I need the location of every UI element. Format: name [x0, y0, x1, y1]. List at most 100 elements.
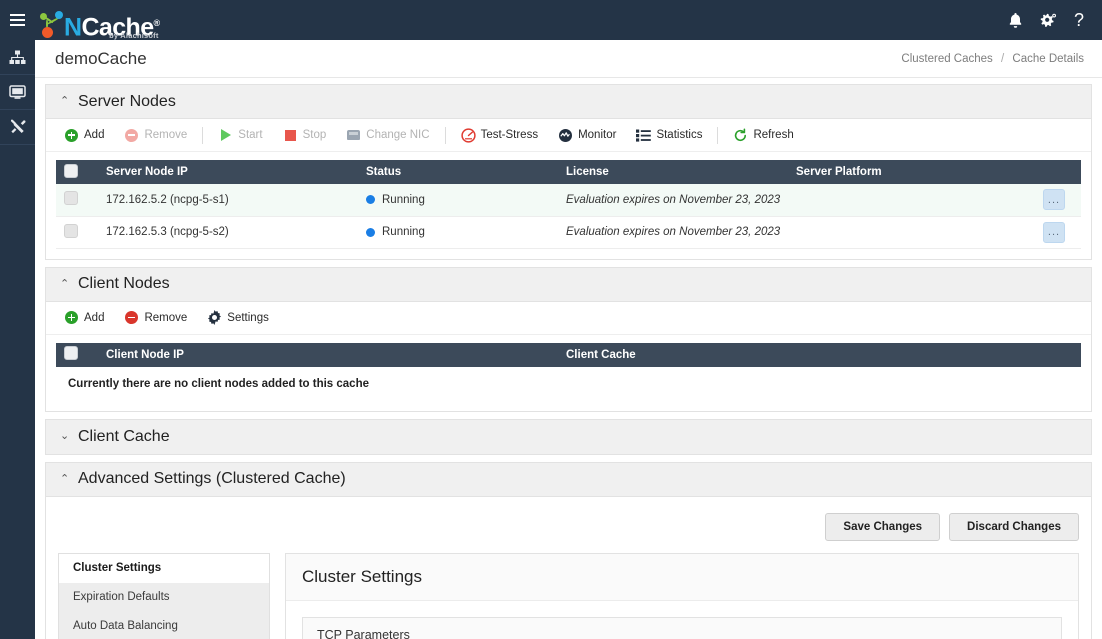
- tcp-parameters-card: TCP Parameters: [302, 616, 1062, 639]
- client-remove-button[interactable]: Remove: [114, 305, 197, 330]
- adv-nav-item-cluster-settings[interactable]: Cluster Settings: [59, 553, 269, 583]
- list-icon: [636, 128, 652, 143]
- select-all-header: [56, 160, 98, 184]
- client-nodes-title: Client Nodes: [78, 275, 170, 292]
- table-row[interactable]: 172.162.5.2 (ncpg-5-s1) Running Evaluati…: [56, 184, 1081, 217]
- left-rail: [0, 40, 35, 639]
- adv-nav-item-expiration-defaults[interactable]: Expiration Defaults: [59, 583, 269, 612]
- empty-row: Currently there are no client nodes adde…: [56, 367, 1081, 401]
- status-badge: Running: [382, 193, 425, 206]
- advanced-settings-actions: Save Changes Discard Changes: [58, 507, 1079, 553]
- server-add-button[interactable]: Add: [54, 123, 114, 148]
- client-nodes-table: Client Node IP Client Cache Currently th…: [56, 342, 1081, 401]
- save-changes-button[interactable]: Save Changes: [825, 512, 941, 541]
- chevron-up-icon: ⌃: [60, 472, 70, 485]
- client-cache-header[interactable]: ⌄ Client Cache: [46, 419, 1091, 454]
- cell-status: Running: [358, 184, 558, 217]
- play-icon: [218, 128, 233, 143]
- col-actions: [1035, 160, 1081, 184]
- advanced-settings-title: Advanced Settings (Clustered Cache): [78, 470, 346, 487]
- advanced-settings-nav: Cluster Settings Expiration Defaults Aut…: [58, 552, 270, 639]
- client-cache-title: Client Cache: [78, 427, 170, 445]
- server-stop-label: Stop: [302, 129, 327, 141]
- client-nodes-header[interactable]: ⌃ Client Nodes: [46, 267, 1091, 302]
- server-monitor-button[interactable]: Monitor: [548, 123, 626, 148]
- row-select-cell: [56, 184, 98, 217]
- gear-icon: [207, 310, 222, 325]
- server-nodes-header[interactable]: ⌃ Server Nodes: [46, 85, 1091, 119]
- cell-status: Running: [358, 216, 558, 249]
- top-bar: NCache® by Alachisoft ?: [0, 0, 1102, 40]
- client-remove-label: Remove: [144, 311, 188, 324]
- sidebar-item-clusters[interactable]: [0, 40, 35, 75]
- adv-nav-item-auto-data-balancing[interactable]: Auto Data Balancing: [59, 612, 269, 639]
- server-monitor-label: Monitor: [578, 129, 617, 141]
- sidebar-item-monitor[interactable]: [0, 75, 35, 110]
- remove-icon: [124, 128, 139, 143]
- advanced-main-title: Cluster Settings: [302, 566, 422, 586]
- server-stop-button[interactable]: Stop: [273, 123, 337, 148]
- client-nodes-toolbar: Add Remove Settings: [46, 301, 1091, 335]
- status-dot-icon: [366, 195, 375, 205]
- toolbar-divider: [202, 126, 204, 144]
- help-icon[interactable]: ?: [1074, 11, 1086, 29]
- toolbar-divider: [717, 126, 719, 144]
- cell-actions: ...: [1035, 216, 1081, 249]
- row-select-cell: [56, 216, 98, 249]
- table-header-row: Server Node IP Status License Server Pla…: [56, 160, 1081, 184]
- client-add-button[interactable]: Add: [54, 305, 114, 330]
- select-all-checkbox[interactable]: [64, 346, 78, 360]
- select-all-header: [56, 342, 98, 367]
- logo-wordmark: NCache® by Alachisoft: [64, 10, 160, 40]
- chevron-up-icon: ⌃: [60, 277, 70, 290]
- server-statistics-button[interactable]: Statistics: [626, 123, 712, 148]
- chevron-up-icon: ⌃: [60, 95, 70, 107]
- client-cache-panel: ⌄ Client Cache: [45, 418, 1092, 455]
- table-row[interactable]: 172.162.5.3 (ncpg-5-s2) Running Evaluati…: [56, 216, 1081, 249]
- nic-icon: [346, 128, 361, 143]
- client-settings-button[interactable]: Settings: [197, 305, 279, 330]
- server-start-label: Start: [238, 129, 263, 141]
- toolbar-divider: [444, 126, 446, 144]
- row-more-button[interactable]: ...: [1043, 221, 1065, 243]
- svg-text:?: ?: [1074, 11, 1084, 29]
- table-header-row: Client Node IP Client Cache: [56, 342, 1081, 367]
- breadcrumb-cache-details[interactable]: Cache Details: [1012, 53, 1084, 65]
- ncache-logo[interactable]: NCache® by Alachisoft: [39, 0, 160, 40]
- sidebar-item-tools[interactable]: [0, 110, 35, 145]
- server-change-nic-button[interactable]: Change NIC: [336, 123, 439, 148]
- add-icon: [64, 310, 79, 325]
- topbar-actions: ?: [1008, 11, 1102, 29]
- server-start-button[interactable]: Start: [208, 123, 272, 148]
- select-all-checkbox[interactable]: [64, 163, 78, 178]
- col-status: Status: [358, 160, 558, 184]
- cell-actions: ...: [1035, 184, 1081, 217]
- cell-server-node-ip: 172.162.5.3 (ncpg-5-s2): [98, 216, 358, 249]
- row-more-button[interactable]: ...: [1043, 189, 1065, 211]
- content-scroll-area[interactable]: ⌃ Server Nodes Add Remove Start Stop Cha…: [35, 78, 1102, 639]
- advanced-settings-header[interactable]: ⌃ Advanced Settings (Clustered Cache): [46, 462, 1091, 497]
- server-remove-button[interactable]: Remove: [114, 123, 197, 148]
- row-checkbox[interactable]: [64, 191, 78, 206]
- tools-icon: [9, 119, 26, 135]
- breadcrumb-clustered-caches[interactable]: Clustered Caches: [901, 53, 992, 65]
- add-icon: [64, 128, 79, 143]
- server-add-label: Add: [84, 129, 105, 141]
- server-test-stress-label: Test-Stress: [480, 129, 539, 141]
- monitor-wave-icon: [558, 128, 573, 143]
- col-client-cache: Client Cache: [558, 342, 1081, 367]
- settings-gear-icon[interactable]: [1039, 12, 1058, 29]
- row-checkbox[interactable]: [64, 223, 78, 238]
- server-refresh-label: Refresh: [753, 129, 794, 141]
- page-title: demoCache: [55, 48, 147, 68]
- col-license: License: [558, 160, 788, 184]
- notifications-icon[interactable]: [1008, 12, 1023, 29]
- cell-license: Evaluation expires on November 23, 2023: [558, 184, 1035, 217]
- discard-changes-button[interactable]: Discard Changes: [949, 512, 1079, 541]
- server-test-stress-button[interactable]: Test-Stress: [451, 123, 549, 148]
- hamburger-menu-icon[interactable]: [0, 0, 35, 40]
- tcp-parameters-title: TCP Parameters: [303, 617, 1061, 639]
- server-refresh-button[interactable]: Refresh: [723, 123, 803, 148]
- remove-icon: [124, 310, 139, 325]
- page-container: demoCache Clustered Caches / Cache Detai…: [35, 40, 1102, 639]
